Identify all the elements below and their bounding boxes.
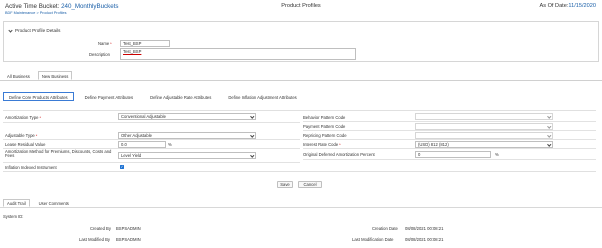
payment-pattern-row: Payment Pattern Code [303,122,596,131]
inflation-indexed-label: Inflation Indexed Instrument [5,165,57,170]
chevron-down-icon [249,114,254,119]
adjustable-type-row: Adjustable Type* Other Adjustable [3,131,300,140]
original-deferred-input[interactable]: 0 [415,151,491,158]
original-deferred-unit: % [495,152,499,157]
last-modified-by-value: BSPSADMIN [116,237,141,242]
created-by-value: BSPSADMIN [116,226,141,231]
tab-adjustable-rate-attributes[interactable]: Define Adjustable Rate Attributes [144,92,217,101]
interest-rate-select[interactable]: (USD) 812 (812) [415,141,553,148]
lease-residual-input[interactable]: 0.0 [118,141,166,148]
audit-tabs: Audit Trail User Comments [3,199,78,207]
behavior-pattern-row: Behavior Pattern Code [303,112,596,122]
attribute-tabs: Define Core Products Attributes Define P… [3,92,308,101]
amortization-method-row: Amortization Method for Premiums, Discou… [3,149,300,163]
breadcrumb[interactable]: BDF Maintenance > Product Profiles [5,11,119,15]
chevron-down-icon [546,142,551,147]
last-modification-date-value: 08/08/2021 00:08:21 [405,237,444,242]
tab-audit-trail[interactable]: Audit Trail [3,199,30,207]
tab-core-products-attributes[interactable]: Define Core Products Attributes [3,92,74,101]
product-profile-details-panel: Product Profile Details Name* Test_BSP D… [3,21,599,62]
system-id-label: System ID: [3,214,24,219]
chevron-down-icon [546,133,551,138]
description-input[interactable]: Test_BSP [120,48,356,60]
save-button[interactable]: Save [277,181,293,188]
adjustable-type-select[interactable]: Other Adjustable [118,132,256,139]
as-of-date-value: 11/15/2020 [568,3,596,9]
creation-date-label: Creation Date [372,226,398,231]
tab-inflation-adjustment-attributes[interactable]: Define Inflation Adjustment Attributes [222,92,302,101]
core-attributes-form: Amortization Type* Conventional Adjustab… [3,110,596,172]
chevron-down-icon [546,114,551,119]
active-time-bucket: Active Time Bucket: 240_MonthlyBuckets [5,3,119,10]
details-section-title: Product Profile Details [15,28,61,33]
original-deferred-row: Original Deferred Amortization Percent 0… [303,149,596,160]
active-time-bucket-label: Active Time Bucket: [5,3,62,10]
name-input[interactable]: Test_BSP [120,40,170,47]
as-of-date-label: As Of Date: [539,3,569,9]
tab-all-business[interactable]: All Business [3,71,34,80]
payment-pattern-select[interactable] [415,123,553,130]
payment-pattern-label: Payment Pattern Code [303,124,346,129]
tabs-divider [0,80,602,81]
active-time-bucket-value[interactable]: 240_MonthlyBuckets [61,3,118,10]
amortization-type-label: Amortization Type* [5,115,42,120]
adjustable-type-label: Adjustable Type* [5,133,38,138]
as-of-date: As Of Date:11/15/2020 [539,3,596,9]
repricing-pattern-label: Repricing Pattern Code [303,133,347,138]
creation-date-value: 08/08/2021 00:08:21 [405,226,444,231]
chevron-down-icon [546,124,551,129]
amortization-type-row: Amortization Type* Conventional Adjustab… [3,112,300,123]
name-label: Name* [98,41,112,46]
tab-user-comments[interactable]: User Comments [35,199,73,207]
header-left: Active Time Bucket: 240_MonthlyBuckets B… [5,3,119,15]
created-by-label: Created By [90,226,111,231]
chevron-down-icon[interactable] [8,27,13,33]
lease-residual-unit: % [168,142,172,147]
behavior-pattern-label: Behavior Pattern Code [303,115,346,120]
audit-divider [0,207,602,208]
amortization-method-select[interactable]: Level Yield [118,152,256,159]
chevron-down-icon [249,153,254,158]
cancel-button[interactable]: Cancel [298,181,322,188]
repricing-pattern-row: Repricing Pattern Code [303,131,596,140]
business-tabs: All Business New Business [3,71,73,80]
lease-residual-label: Lease Residual Value [5,142,46,147]
inflation-indexed-checkbox[interactable]: ✓ [120,164,124,169]
details-section-header[interactable]: Product Profile Details [8,27,61,33]
tab-new-business[interactable]: New Business [37,71,73,80]
tab-payment-attributes[interactable]: Define Payment Attributes [79,92,139,101]
interest-rate-row: Interest Rate Code* (USD) 812 (812) [303,140,596,149]
amortization-type-select[interactable]: Conventional Adjustable [118,113,256,120]
last-modified-by-label: Last Modified By [79,237,110,242]
interest-rate-label: Interest Rate Code* [303,142,341,147]
chevron-down-icon [249,133,254,138]
behavior-pattern-select[interactable] [415,113,553,120]
last-modification-date-label: Last Modification Date [352,237,394,242]
repricing-pattern-select[interactable] [415,132,553,139]
inflation-indexed-row: Inflation Indexed Instrument ✓ [3,163,300,172]
description-label: Description [89,52,110,57]
lease-residual-row: Lease Residual Value 0.0 % [3,140,300,149]
original-deferred-label: Original Deferred Amortization Percent [303,152,375,157]
amortization-method-label: Amortization Method for Premiums, Discou… [5,149,112,159]
